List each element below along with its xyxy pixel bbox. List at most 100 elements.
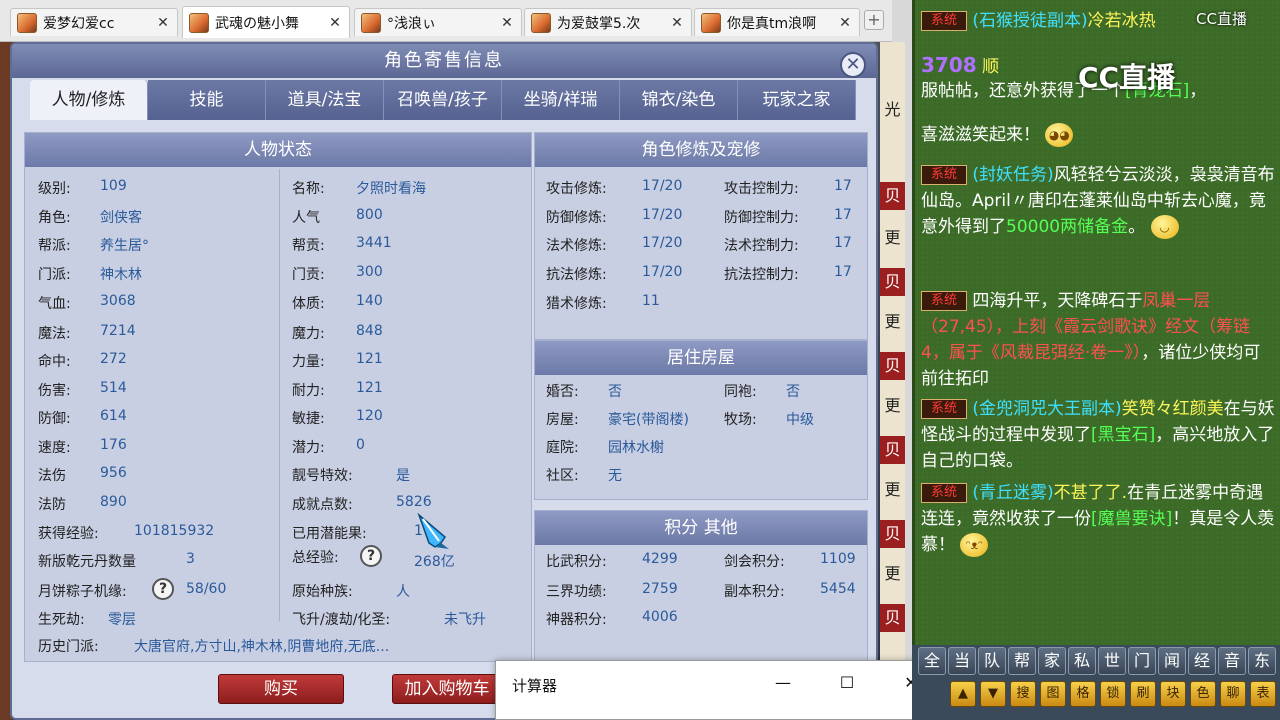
stat-total-exp: 总经验: ? 268亿: [292, 545, 455, 570]
emoji-icon: ◡: [1150, 215, 1179, 239]
tab-label: 武魂の魅小舞: [215, 15, 299, 32]
stat-popularity: 人气 800: [292, 207, 383, 226]
stat-used-potential: 已用潜能果: 1: [292, 523, 423, 542]
points-section-title: 积分 其他: [535, 511, 867, 545]
help-icon[interactable]: ?: [360, 545, 382, 567]
color-icon[interactable]: 色: [1190, 681, 1216, 707]
browser-tab[interactable]: 爱梦幻爱cc ✕: [10, 8, 178, 36]
stat-race: 原始种族: 人: [292, 584, 410, 600]
maximize-button[interactable]: ☐: [832, 673, 862, 692]
cultivation-row: 防御修炼: 17/20: [546, 207, 683, 226]
channel-private-button[interactable]: 私: [1068, 647, 1096, 675]
stat-potential: 潜力: 0: [292, 437, 365, 456]
scroll-up-icon[interactable]: ▲: [950, 681, 976, 707]
buy-button[interactable]: 购买: [218, 674, 344, 704]
avatar-icon: [701, 12, 721, 33]
tab-outfits[interactable]: 锦衣/染色: [620, 80, 738, 120]
strip-cell: 光: [884, 100, 901, 119]
browser-tab[interactable]: 为爱鼓掌5.次 ✕: [524, 8, 692, 36]
tab-label: °浅浪ぃ: [387, 15, 436, 32]
tab-skills[interactable]: 技能: [148, 80, 266, 120]
minimize-button[interactable]: —: [768, 673, 798, 692]
chat-message: 系统 (封妖任务)风轻轻兮云淡淡，袅袅清音布仙岛。April〃唐印在蓬莱仙岛中斩…: [921, 165, 1275, 239]
emoji-icon: ◕◕: [1045, 123, 1074, 147]
strip-cell: 贝: [880, 520, 905, 548]
strip-cell: 更: [884, 480, 901, 499]
channel-current-button[interactable]: 当: [948, 647, 976, 675]
channel-news-button[interactable]: 闻: [1158, 647, 1186, 675]
cultivation-row: 抗法控制力: 17: [724, 264, 852, 283]
close-icon[interactable]: ✕: [499, 15, 515, 31]
stat-history-school: 历史门派: 大唐官府,方寸山,神木林,阴曹地府,无底...: [38, 639, 390, 655]
strip-cell: 贝: [880, 604, 905, 632]
tab-label: 你是真tm浪啊: [727, 15, 817, 32]
search-icon[interactable]: 搜: [1010, 681, 1036, 707]
stat-zongzi: 月饼粽子机缘: ? 58/60: [38, 578, 226, 601]
chat-bubble-icon[interactable]: 聊: [1220, 681, 1246, 707]
tab-home[interactable]: 玩家之家: [738, 80, 856, 120]
grid-icon[interactable]: 格: [1070, 681, 1096, 707]
cultivation-row: 攻击修炼: 17/20: [546, 178, 683, 197]
stat-exp: 获得经验: 101815932: [38, 523, 215, 542]
browser-tab[interactable]: 你是真tm浪啊 ✕: [694, 8, 860, 36]
scroll-down-icon[interactable]: ▼: [980, 681, 1006, 707]
cultivation-row: 法术控制力: 17: [724, 235, 852, 254]
stat-strength: 力量: 121: [292, 351, 383, 370]
brush-icon[interactable]: 刷: [1130, 681, 1156, 707]
emote-icon[interactable]: 表: [1250, 681, 1276, 707]
calculator-window[interactable]: 计算器 — ☐ ✕: [495, 660, 942, 720]
close-icon[interactable]: ✕: [840, 52, 866, 78]
image-icon[interactable]: 图: [1040, 681, 1066, 707]
chat-message: 喜滋滋笑起来！ ◕◕: [921, 122, 1277, 148]
system-badge: 系统: [921, 399, 967, 419]
close-icon[interactable]: ✕: [327, 15, 343, 31]
channel-school-button[interactable]: 门: [1128, 647, 1156, 675]
stat-ascension: 飞升/渡劫/化圣: 未飞升: [292, 612, 486, 628]
add-to-cart-button[interactable]: 加入购物车: [392, 674, 502, 704]
channel-trade-button[interactable]: 经: [1188, 647, 1216, 675]
stat-magic-damage: 法伤 956: [38, 465, 127, 484]
stat-birth-trial: 生死劫: 零层: [38, 612, 136, 628]
panel-tabs: 人物/修炼 技能 道具/法宝 召唤兽/孩子 坐骑/祥瑞 锦衣/染色 玩家之家: [30, 80, 856, 120]
housing-row: 庭院: 园林水榭: [546, 440, 664, 456]
housing-section: 居住房屋: [534, 340, 868, 500]
channel-voice-button[interactable]: 音: [1218, 647, 1246, 675]
close-icon[interactable]: ✕: [155, 15, 171, 31]
channel-world-button[interactable]: 世: [1098, 647, 1126, 675]
chat-message: 系统 (青丘迷雾)不甚了了.在青丘迷雾中奇遇连连，竟然收获了一份[魔兽要诀]！真…: [921, 483, 1275, 557]
points-row: 神器积分: 4006: [546, 609, 678, 628]
lock-icon[interactable]: 锁: [1100, 681, 1126, 707]
browser-tab-bar: 爱梦幻爱cc ✕ 武魂の魅小舞 ✕ °浅浪ぃ ✕ 为爱鼓掌5.次 ✕ 你是真tm…: [0, 0, 892, 42]
browser-tab[interactable]: °浅浪ぃ ✕: [354, 8, 522, 36]
stat-constitution: 体质: 140: [292, 293, 383, 312]
strip-cell: 更: [884, 564, 901, 583]
avatar-icon: [189, 12, 209, 33]
tab-pets[interactable]: 召唤兽/孩子: [384, 80, 502, 120]
close-icon[interactable]: ✕: [669, 15, 685, 31]
channel-guild-button[interactable]: 帮: [1008, 647, 1036, 675]
channel-all-button[interactable]: 全: [918, 647, 946, 675]
stat-endurance: 耐力: 121: [292, 380, 383, 399]
help-icon[interactable]: ?: [152, 578, 174, 600]
stat-speed: 速度: 176: [38, 437, 127, 456]
tab-items[interactable]: 道具/法宝: [266, 80, 384, 120]
close-icon[interactable]: ✕: [837, 15, 853, 31]
channel-team-button[interactable]: 队: [978, 647, 1006, 675]
tab-character[interactable]: 人物/修炼: [30, 80, 148, 120]
channel-family-button[interactable]: 家: [1038, 647, 1066, 675]
strip-cell: 更: [884, 396, 901, 415]
role-sale-panel: 角色寄售信息 ✕ 人物/修炼 技能 道具/法宝 召唤兽/孩子 坐骑/祥瑞 锦衣/…: [10, 42, 878, 720]
stat-guild: 帮派: 养生居°: [38, 238, 149, 254]
cultivation-row: 猎术修炼: 11: [546, 293, 660, 312]
tab-label: 为爱鼓掌5.次: [557, 15, 641, 32]
blocks-icon[interactable]: 块: [1160, 681, 1186, 707]
browser-tab-active[interactable]: 武魂の魅小舞 ✕: [182, 6, 350, 38]
new-tab-button[interactable]: +: [864, 10, 884, 30]
chat-panel: 系统 (石猴授徒副本)冷若冰热 3708 顺 服帖帖，还意外获得了一个[青龙石]…: [912, 0, 1280, 645]
stat-guild-contribution: 帮贡: 3441: [292, 235, 392, 254]
strip-cell: 贝: [880, 436, 905, 464]
channel-east-button[interactable]: 东: [1248, 647, 1276, 675]
tab-mounts[interactable]: 坐骑/祥瑞: [502, 80, 620, 120]
housing-row: 婚否: 否: [546, 384, 622, 400]
strip-cell: 更: [884, 312, 901, 331]
